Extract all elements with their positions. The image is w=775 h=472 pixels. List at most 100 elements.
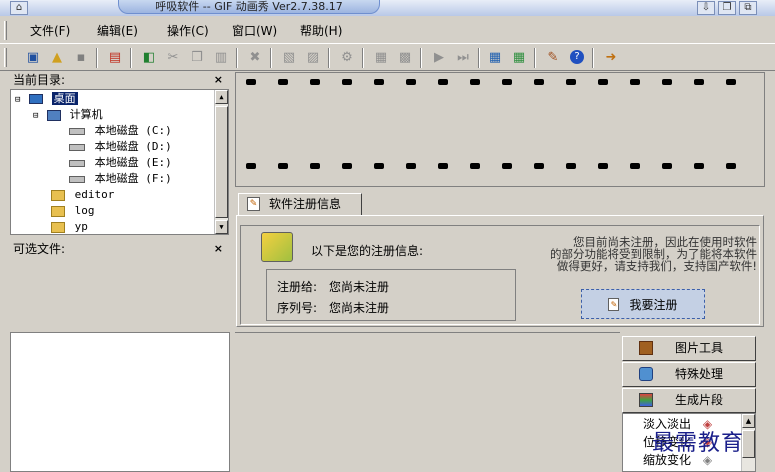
film-hole [310,163,320,169]
menu-file[interactable]: 文件(F) [30,22,70,40]
clipboard-icon[interactable]: ▥ [212,48,230,66]
serial-label: 序列号: [277,301,318,315]
register-button-icon: ✎ [608,297,620,311]
tree-label-drive: 本地磁盘 (F:) [94,172,172,185]
toolbar-separator [270,48,272,68]
exit-icon[interactable]: ➜ [602,48,620,66]
tree-label-computer: 计算机 [69,108,103,121]
menu-window[interactable]: 窗口(W) [232,22,277,40]
play-icon[interactable]: ▶ [430,48,448,66]
close-icon[interactable]: × [214,72,223,88]
tree-item-drive-c[interactable]: 本地磁盘 (C:) [69,123,172,139]
collapse-icon[interactable]: ⊟ [33,111,38,121]
tab-register-info[interactable]: ✎ 软件注册信息 [238,193,362,215]
generate-segment-button[interactable]: 生成片段 [622,388,756,413]
generate-segment-label: 生成片段 [675,393,724,407]
film-hole [278,79,288,85]
grid-icon[interactable]: ▩ [396,48,414,66]
open-file-icon[interactable]: ▲ [48,48,66,66]
cut-icon[interactable]: ✂ [164,48,182,66]
drive-icon [69,159,85,167]
film-hole [662,163,672,169]
selectable-files-header: 可选文件: × [10,241,229,257]
scroll-down-icon[interactable]: ▼ [215,220,228,234]
register-intro: 以下是您的注册信息: [311,244,424,258]
export-icon[interactable]: ▤ [106,48,124,66]
help-icon[interactable]: ? [568,48,586,66]
film-hole [374,79,384,85]
tree-item-folder[interactable]: log [51,203,95,219]
menu-operate[interactable]: 操作(C) [167,22,209,40]
generate-segment-icon [639,393,653,407]
menu-help[interactable]: 帮助(H) [300,22,342,40]
tree-item-desktop[interactable]: ⊟ 桌面 [15,91,78,107]
register-notice-line3: 做得更好，请支持我们，支持国产软件! [556,259,757,273]
settings-icon[interactable]: ⚙ [338,48,356,66]
register-icon[interactable]: ✎ [544,48,562,66]
register-inner: 以下是您的注册信息: 注册给: 您尚未注册 序列号: 您尚未注册 您目前尚未注册… [240,225,760,325]
close-icon[interactable]: × [214,241,223,257]
home-icon[interactable]: ⌂ [10,1,28,15]
film-hole [438,79,448,85]
film-hole [566,79,576,85]
selectable-files-area [10,257,229,329]
toolbar-separator [592,48,594,68]
folder-icon [51,205,65,217]
tab-register-label: 软件注册信息 [269,197,342,211]
delete-icon[interactable]: ✖ [246,48,264,66]
layers-icon[interactable]: ▦ [486,48,504,66]
film-hole [566,163,576,169]
special-processing-label: 特殊处理 [675,367,724,381]
computer-icon [47,109,62,121]
paste-icon[interactable]: ❒ [188,48,206,66]
minimize-icon[interactable]: ⇩ [697,1,715,15]
special-processing-icon [639,367,653,381]
tree-scrollbar[interactable]: ▲ ▼ [214,90,228,234]
scroll-up-icon[interactable]: ▲ [215,90,228,104]
workspace-area [235,332,620,472]
toolbar-separator [130,48,132,68]
current-dir-header: 当前目录: × [10,72,229,88]
film-hole [470,79,480,85]
frame-add-icon[interactable]: ▧ [280,48,298,66]
register-button[interactable]: ✎ 我要注册 [581,289,705,319]
frames-icon[interactable]: ▦ [372,48,390,66]
folder-user-icon [51,221,65,233]
tree-item-drive-e[interactable]: 本地磁盘 (E:) [69,155,172,171]
layers-color-icon[interactable]: ▦ [510,48,528,66]
collapse-icon[interactable]: ⊟ [15,95,20,105]
tree-item-drive-d[interactable]: 本地磁盘 (D:) [69,139,172,155]
copy-icon[interactable]: ◧ [140,48,158,66]
film-hole [662,79,672,85]
toolbar-separator [362,48,364,68]
scroll-thumb[interactable] [215,106,228,218]
film-hole [502,79,512,85]
film-hole [598,79,608,85]
frame-strip[interactable] [235,72,765,187]
tree-label-desktop: 桌面 [51,92,78,105]
film-hole [694,163,704,169]
picture-tools-label: 图片工具 [675,341,724,355]
film-hole [310,79,320,85]
menu-edit[interactable]: 编辑(E) [97,22,138,40]
menu-grip [4,21,7,40]
tree-item-folder[interactable]: yp [51,219,88,234]
save-icon[interactable]: ▪ [72,48,90,66]
restore-icon[interactable]: ❐ [718,1,736,15]
register-notice: 您目前尚未注册，因此在使用时软件 的部分功能将受到限制，为了能将本软件 做得更好… [521,236,757,272]
frame-edit-icon[interactable]: ▨ [304,48,322,66]
register-info-box: 注册给: 您尚未注册 序列号: 您尚未注册 [266,269,516,321]
special-processing-button[interactable]: 特殊处理 [622,362,756,387]
registered-to-value: 您尚未注册 [329,280,390,294]
picture-tools-button[interactable]: 图片工具 [622,336,756,361]
step-icon[interactable]: ⏭ [454,48,472,66]
open-folder-icon[interactable]: ▣ [24,48,42,66]
film-hole [534,79,544,85]
toolbar-separator [420,48,422,68]
tree-item-drive-f[interactable]: 本地磁盘 (F:) [69,171,172,187]
tree-item-folder[interactable]: editor [51,187,114,203]
tree-label-drive: 本地磁盘 (C:) [94,124,172,137]
tree-item-computer[interactable]: ⊟ 计算机 [33,107,103,123]
picture-tools-icon [639,341,653,355]
tile-icon[interactable]: ⧉ [739,1,757,15]
